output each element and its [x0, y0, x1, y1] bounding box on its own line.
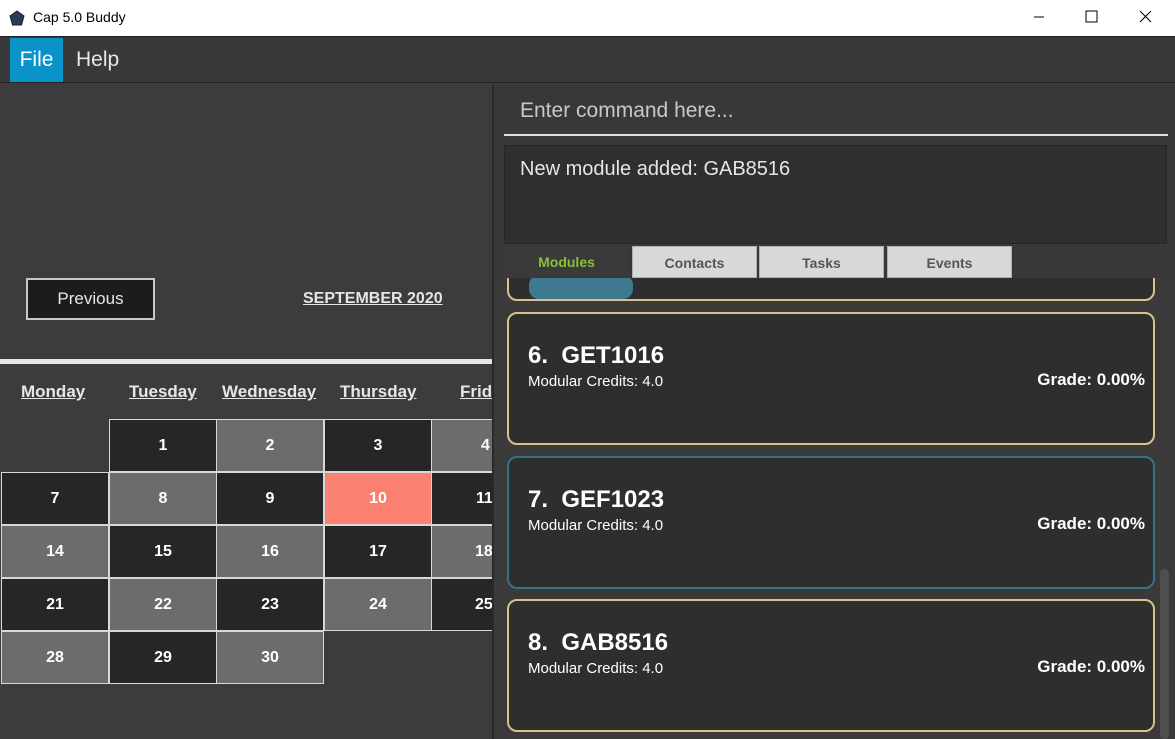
calendar-day-3[interactable]: 3	[324, 419, 432, 472]
calendar-day-15[interactable]: 15	[109, 525, 217, 578]
calendar-day-11[interactable]: 11	[431, 472, 493, 525]
module-tag	[529, 278, 633, 299]
calendar-day-22[interactable]: 22	[109, 578, 217, 631]
tab-events[interactable]: Events	[887, 246, 1012, 278]
menu-file[interactable]: File	[10, 38, 63, 82]
module-credits: Modular Credits: 4.0	[528, 517, 664, 534]
module-card-partial[interactable]	[507, 278, 1155, 301]
menu-help[interactable]: Help	[66, 38, 129, 82]
close-icon	[1139, 10, 1152, 23]
module-grade: Grade: 0.00%	[1037, 370, 1145, 389]
scrollbar-thumb[interactable]	[1160, 569, 1169, 739]
weekday-friday: Frid	[460, 382, 493, 401]
calendar-day-9[interactable]: 9	[216, 472, 324, 525]
minimize-icon	[1034, 16, 1044, 18]
calendar-day-10-today[interactable]: 10	[324, 472, 432, 525]
module-title: 6. GET1016	[528, 342, 665, 369]
tab-contacts[interactable]: Contacts	[632, 246, 757, 278]
module-list[interactable]: 6. GET1016 Modular Credits: 4.0 Grade: 0…	[494, 278, 1175, 739]
calendar-day-29[interactable]: 29	[109, 631, 217, 684]
calendar-pane: Previous SEPTEMBER 2020 Monday Tuesday W…	[0, 84, 493, 739]
weekday-monday: Monday	[21, 382, 86, 401]
app-logo-icon	[9, 10, 25, 26]
calendar-day-28[interactable]: 28	[1, 631, 109, 684]
module-title: 7. GEF1023	[528, 486, 665, 513]
window-title: Cap 5.0 Buddy	[33, 9, 126, 25]
title-bar: Cap 5.0 Buddy	[0, 0, 1175, 36]
menu-bar: File Help	[0, 36, 1175, 83]
calendar-day-21[interactable]: 21	[1, 578, 109, 631]
calendar-day-14[interactable]: 14	[1, 525, 109, 578]
calendar-day-4[interactable]: 4	[431, 419, 493, 472]
calendar-divider	[0, 359, 493, 364]
module-credits: Modular Credits: 4.0	[528, 373, 664, 390]
maximize-icon	[1085, 10, 1098, 23]
month-label: SEPTEMBER 2020	[303, 290, 443, 307]
result-text: New module added: GAB8516	[520, 158, 791, 180]
module-card[interactable]: 6. GET1016 Modular Credits: 4.0 Grade: 0…	[507, 312, 1155, 445]
calendar-day-16[interactable]: 16	[216, 525, 324, 578]
calendar-day-25[interactable]: 25	[431, 578, 493, 631]
calendar-day-30[interactable]: 30	[216, 631, 324, 684]
calendar-day-1[interactable]: 1	[109, 419, 217, 472]
previous-month-button[interactable]: Previous	[26, 278, 155, 320]
tab-tasks[interactable]: Tasks	[759, 246, 884, 278]
module-credits: Modular Credits: 4.0	[528, 660, 664, 677]
calendar-day-18[interactable]: 18	[431, 525, 493, 578]
minimize-button[interactable]	[1016, 0, 1062, 36]
main-pane: New module added: GAB8516 Modules Contac…	[494, 84, 1175, 739]
calendar-day-17[interactable]: 17	[324, 525, 432, 578]
weekday-wednesday: Wednesday	[222, 382, 317, 401]
calendar-day-23[interactable]: 23	[216, 578, 324, 631]
calendar-day-8[interactable]: 8	[109, 472, 217, 525]
close-button[interactable]	[1122, 0, 1168, 36]
module-card-selected[interactable]: 7. GEF1023 Modular Credits: 4.0 Grade: 0…	[507, 456, 1155, 589]
module-title: 8. GAB8516	[528, 629, 669, 656]
module-grade: Grade: 0.00%	[1037, 657, 1145, 676]
module-grade: Grade: 0.00%	[1037, 514, 1145, 533]
maximize-button[interactable]	[1068, 0, 1114, 36]
result-display: New module added: GAB8516	[504, 145, 1167, 244]
weekday-thursday: Thursday	[340, 382, 417, 401]
module-list-scrollbar[interactable]	[1160, 376, 1169, 739]
calendar-day-24[interactable]: 24	[324, 578, 432, 631]
command-input[interactable]	[504, 88, 1168, 136]
tab-modules[interactable]: Modules	[504, 246, 629, 278]
module-card[interactable]: 8. GAB8516 Modular Credits: 4.0 Grade: 0…	[507, 599, 1155, 732]
calendar-day-7[interactable]: 7	[1, 472, 109, 525]
calendar-day-2[interactable]: 2	[216, 419, 324, 472]
weekday-tuesday: Tuesday	[129, 382, 197, 401]
